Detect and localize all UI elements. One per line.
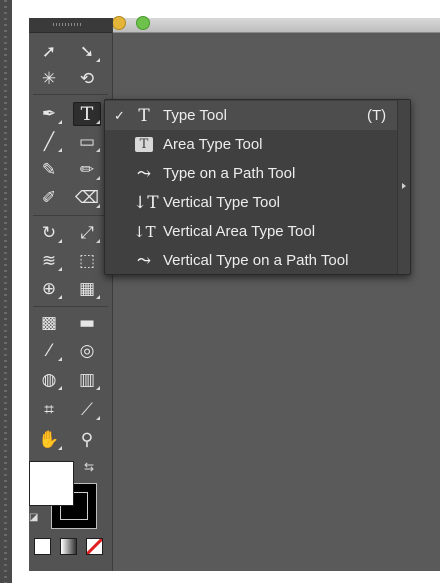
color-mode-button[interactable]: [34, 538, 51, 555]
lasso-icon: ⟲: [79, 68, 95, 89]
free-transform-icon: ⬚: [78, 250, 96, 271]
menu-item-label: Vertical Area Type Tool: [163, 223, 316, 240]
type-tool[interactable]: T: [73, 102, 101, 126]
menu-item-label: Vertical Type on a Path Tool: [163, 252, 349, 269]
lasso-tool[interactable]: ⟲: [73, 67, 101, 91]
tools-panel: ➚ ➘ ✳ ⟲ ✒ T ╱ ▭ ✎ ✏ ✐ ⌫ ↻ ⤢ ≋ ⬚ ⊕ ▦ ▩ ▬ …: [29, 18, 113, 571]
menu-item-label: Type Tool: [163, 107, 227, 124]
gradient-tool[interactable]: ▬: [73, 311, 101, 335]
hand-icon: ✋: [38, 429, 60, 450]
menu-item-label: Vertical Type Tool: [163, 194, 281, 211]
direct-selection-icon: ➘: [79, 41, 95, 62]
selection-icon: ➚: [41, 41, 57, 62]
mesh-tool[interactable]: ▩: [35, 311, 63, 335]
default-fill-stroke-icon[interactable]: ◪: [29, 512, 41, 524]
direct-selection-tool[interactable]: ➘: [73, 40, 101, 64]
rectangle-icon: ▭: [78, 131, 96, 152]
rotate-icon: ↻: [41, 222, 57, 243]
zoom-icon: ⚲: [80, 429, 94, 450]
vertical-area-type-tool-icon: ↓T: [133, 222, 156, 241]
perspective-grid-icon: ▦: [78, 278, 96, 299]
eyedropper-tool[interactable]: ⁄: [35, 339, 63, 363]
checkmark-icon: ✓: [114, 107, 125, 123]
type-icon: T: [80, 102, 94, 125]
menu-item-area-type-tool[interactable]: T Area Type Tool: [105, 130, 397, 159]
rotate-tool[interactable]: ↻: [35, 221, 63, 245]
swap-fill-stroke-icon[interactable]: ⇆: [84, 460, 98, 474]
vertical-type-on-path-tool-icon: ⤳: [136, 250, 152, 271]
pen-tool[interactable]: ✒: [35, 102, 63, 126]
magic-wand-tool[interactable]: ✳: [35, 67, 63, 91]
blend-icon: ◎: [79, 340, 95, 361]
line-segment-tool[interactable]: ╱: [35, 130, 63, 154]
type-tools-flyout-menu: ✓ T Type Tool (T) T Area Type Tool ⤳ Typ…: [104, 99, 411, 275]
zoom-tool[interactable]: ⚲: [73, 428, 101, 452]
gradient-mode-button[interactable]: [60, 538, 77, 555]
area-type-tool-icon: T: [135, 137, 153, 152]
warp-icon: ≋: [41, 250, 57, 271]
none-mode-button[interactable]: [86, 538, 103, 555]
menu-item-label: Type on a Path Tool: [163, 165, 296, 182]
tear-off-arrow-icon[interactable]: [397, 100, 410, 274]
scale-tool[interactable]: ⤢: [73, 221, 101, 245]
eyedropper-icon: ⁄: [47, 340, 51, 361]
blend-tool[interactable]: ◎: [73, 339, 101, 363]
menu-item-type-tool[interactable]: ✓ T Type Tool (T): [105, 101, 397, 130]
eraser-tool[interactable]: ⌫: [73, 186, 101, 210]
column-graph-tool[interactable]: ▥: [73, 368, 101, 392]
scale-icon: ⤢: [80, 222, 94, 243]
tools-panel-grip[interactable]: [29, 18, 112, 33]
type-tool-icon: T: [138, 105, 150, 126]
slice-icon: ⟋: [81, 399, 93, 420]
artboard-tool[interactable]: ⌗: [35, 398, 63, 422]
hand-tool[interactable]: ✋: [35, 428, 63, 452]
symbol-sprayer-tool[interactable]: ◍: [35, 368, 63, 392]
menu-item-vertical-type-tool[interactable]: ↓T Vertical Type Tool: [105, 188, 397, 217]
rectangle-tool[interactable]: ▭: [73, 130, 101, 154]
slice-tool[interactable]: ⟋: [73, 398, 101, 422]
zoom-window-button[interactable]: [136, 16, 150, 30]
shape-builder-icon: ⊕: [41, 278, 57, 299]
menu-item-label: Area Type Tool: [163, 136, 263, 153]
pencil-tool[interactable]: ✏: [73, 158, 101, 182]
color-swatches: ⇆ ◪: [29, 458, 112, 571]
bottom-strip: [12, 571, 440, 583]
warp-tool[interactable]: ≋: [35, 249, 63, 273]
mesh-icon: ▩: [40, 312, 58, 333]
column-graph-icon: ▥: [78, 369, 96, 390]
vertical-type-tool-icon: ↓T: [133, 192, 159, 213]
gradient-icon: ▬: [78, 312, 96, 333]
shortcut-label: (T): [367, 107, 387, 124]
artboard-icon: ⌗: [44, 399, 54, 420]
minimize-button[interactable]: [112, 16, 126, 30]
menu-item-vertical-area-type-tool[interactable]: ↓T Vertical Area Type Tool: [105, 217, 397, 246]
paintbrush-icon: ✎: [41, 159, 57, 180]
blob-brush-icon: ✐: [41, 187, 57, 208]
magic-wand-icon: ✳: [41, 68, 57, 89]
document-title-bar: [112, 16, 440, 33]
pen-icon: ✒: [41, 103, 57, 124]
menu-item-type-on-path-tool[interactable]: ⤳ Type on a Path Tool: [105, 159, 397, 188]
fill-swatch[interactable]: [29, 461, 74, 506]
pencil-icon: ✏: [79, 159, 95, 180]
line-icon: ╱: [43, 131, 55, 152]
symbol-sprayer-icon: ◍: [41, 369, 57, 390]
free-transform-tool[interactable]: ⬚: [73, 249, 101, 273]
top-strip: [12, 0, 440, 18]
perspective-grid-tool[interactable]: ▦: [73, 277, 101, 301]
type-on-path-tool-icon: ⤳: [136, 163, 152, 184]
shape-builder-tool[interactable]: ⊕: [35, 277, 63, 301]
selection-tool[interactable]: ➚: [35, 40, 63, 64]
paintbrush-tool[interactable]: ✎: [35, 158, 63, 182]
menu-item-vertical-type-on-path-tool[interactable]: ⤳ Vertical Type on a Path Tool: [105, 246, 397, 275]
blob-brush-tool[interactable]: ✐: [35, 186, 63, 210]
left-panel-dock: [0, 0, 12, 583]
